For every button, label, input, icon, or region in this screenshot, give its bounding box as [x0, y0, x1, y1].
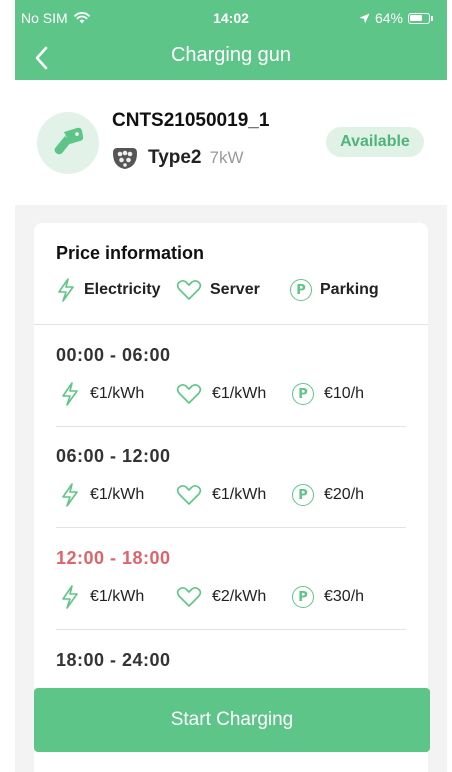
server-price-value: €1/kWh — [212, 385, 267, 402]
charger-id: CNTS21050019_1 — [112, 110, 270, 131]
charging-gun-icon — [54, 127, 84, 155]
parking-icon: P — [290, 279, 312, 301]
status-bar: No SIM 14:02 64% — [15, 0, 447, 36]
slot-parking-price: P €30/h — [292, 586, 364, 608]
slot-parking-price: P €20/h — [292, 484, 364, 506]
status-badge: Available — [326, 127, 424, 157]
type2-plug-icon — [113, 148, 137, 169]
slot-parking-price: P €10/h — [292, 383, 364, 405]
electricity-price-value: €1/kWh — [90, 385, 145, 402]
location-arrow-icon — [359, 13, 370, 23]
slot-server-price: €2/kWh — [176, 586, 292, 608]
legend-electricity-label: Electricity — [84, 281, 161, 298]
heart-icon — [176, 485, 202, 505]
parking-price-value: €20/h — [324, 486, 365, 503]
status-right: 64% — [359, 10, 433, 26]
slot-prices: €1/kWh €2/kWh P €30/h — [60, 584, 364, 610]
parking-price-value: €30/h — [324, 588, 365, 605]
slot-time: 00:00 - 06:00 — [56, 345, 171, 365]
lightning-icon — [62, 585, 78, 609]
slot-time: 18:00 - 24:00 — [56, 650, 171, 670]
nav-bar: Charging gun — [15, 36, 447, 80]
electricity-price-value: €1/kWh — [90, 588, 145, 605]
price-slot: 06:00 - 12:00 €1/kWh €1/kWh P €20/h — [56, 426, 406, 528]
page-title: Charging gun — [170, 44, 292, 66]
battery-icon — [408, 12, 430, 24]
charger-avatar — [37, 112, 99, 174]
price-slot: 00:00 - 06:00 €1/kWh €1/kWh P €10/h — [56, 325, 406, 427]
lightning-icon — [62, 483, 78, 507]
battery-cap-icon — [431, 15, 433, 21]
slot-prices: €1/kWh €1/kWh P €10/h — [60, 381, 364, 407]
slot-server-price: €1/kWh — [176, 383, 292, 405]
price-legend: Electricity Server P Parking — [56, 277, 379, 303]
slot-time-current: 12:00 - 18:00 — [56, 548, 171, 568]
parking-icon: P — [292, 586, 314, 608]
charger-card: CNTS21050019_1 Type2 7kW Available — [15, 80, 447, 205]
legend-parking-label: Parking — [320, 281, 379, 298]
price-slot-current: 12:00 - 18:00 €1/kWh €2/kWh P €30/h — [56, 528, 406, 630]
slot-electricity-price: €1/kWh — [60, 482, 176, 508]
slot-electricity-price: €1/kWh — [60, 584, 176, 610]
slot-prices: €1/kWh €1/kWh P €20/h — [60, 482, 364, 508]
battery-percent: 64% — [374, 10, 403, 26]
start-charging-button[interactable]: Start Charging — [34, 688, 430, 752]
legend-electricity: Electricity — [56, 277, 176, 303]
server-price-value: €1/kWh — [212, 486, 267, 503]
connector-type: Type2 — [148, 147, 202, 168]
connector-power: 7kW — [209, 148, 244, 167]
heart-icon — [176, 587, 202, 607]
slot-server-price: €1/kWh — [176, 484, 292, 506]
heart-icon — [176, 280, 202, 300]
legend-server: Server — [176, 279, 290, 301]
price-title: Price information — [56, 243, 205, 263]
legend-parking: P Parking — [290, 279, 379, 301]
top-bar: No SIM 14:02 64% Charging gun — [15, 0, 447, 80]
heart-icon — [176, 384, 202, 404]
legend-server-label: Server — [210, 281, 260, 298]
parking-icon: P — [292, 484, 314, 506]
connector-row: Type2 7kW — [112, 146, 244, 170]
server-price-value: €2/kWh — [212, 588, 267, 605]
electricity-price-value: €1/kWh — [90, 486, 145, 503]
parking-price-value: €10/h — [324, 385, 365, 402]
slot-time: 06:00 - 12:00 — [56, 446, 171, 466]
parking-icon: P — [292, 383, 314, 405]
slot-electricity-price: €1/kWh — [60, 381, 176, 407]
lightning-icon — [58, 278, 74, 302]
lightning-icon — [62, 382, 78, 406]
